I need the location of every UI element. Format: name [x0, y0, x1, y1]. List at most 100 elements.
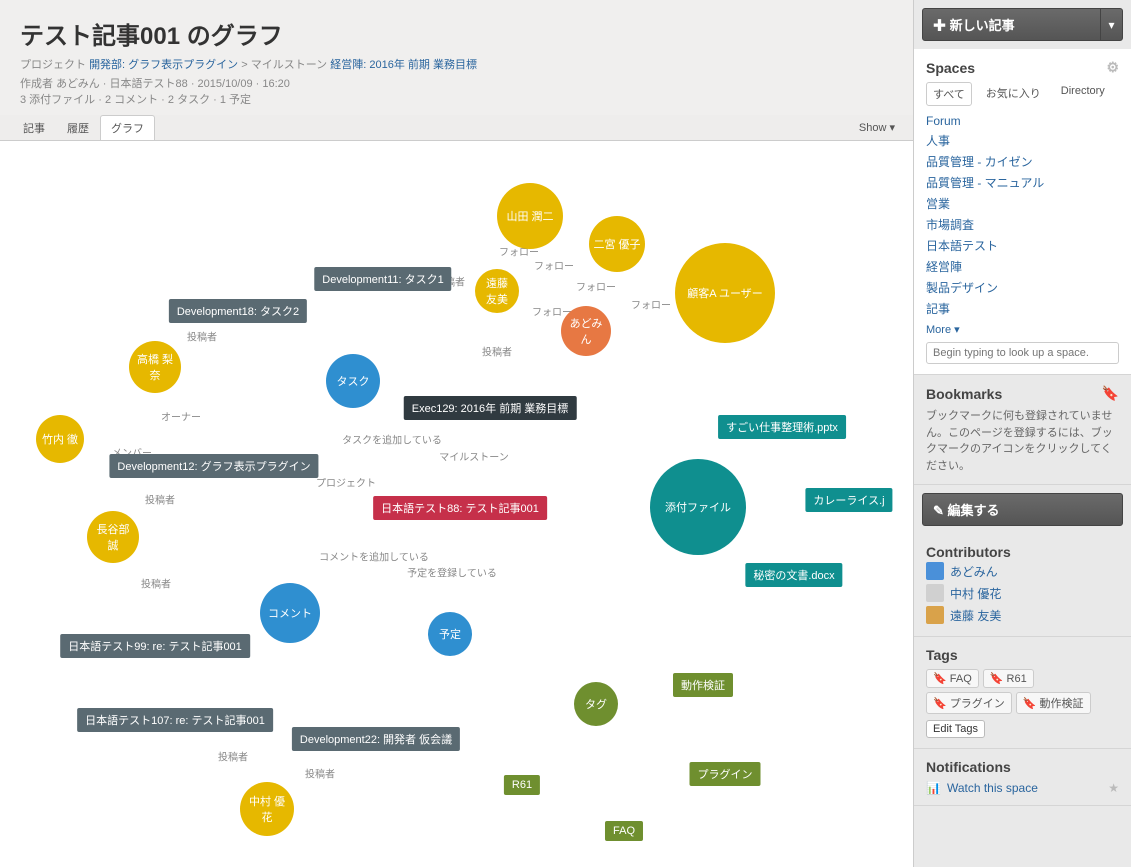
- graph-node[interactable]: 予定: [428, 612, 472, 656]
- graph-node[interactable]: 秘密の文書.docx: [745, 563, 842, 587]
- graph-node[interactable]: Exec129: 2016年 前期 業務目標: [404, 396, 577, 420]
- edge-label: コメントを追加している: [319, 548, 429, 563]
- edge-label: 投稿者: [482, 343, 512, 358]
- contributor-link[interactable]: 中村 優花: [950, 585, 1001, 602]
- graph-node[interactable]: 日本語テスト107: re: テスト記事001: [77, 708, 273, 732]
- space-link[interactable]: 製品デザイン: [926, 277, 1119, 298]
- graph-node[interactable]: カレーライス.j: [805, 488, 892, 512]
- graph-node[interactable]: あどみん: [561, 306, 611, 356]
- graph-node[interactable]: 中村 優花: [240, 782, 294, 836]
- graph-node[interactable]: 顧客A ユーザー: [675, 243, 775, 343]
- spaces-more-link[interactable]: More ▾: [926, 323, 960, 336]
- graph-node[interactable]: Development22: 開発者 仮会議: [292, 727, 460, 751]
- bookmarks-empty-text: ブックマークに何も登録されていません。このページを登録するには、ブックマークのア…: [926, 408, 1119, 474]
- graph-node[interactable]: Development11: タスク1: [314, 267, 451, 291]
- edit-tags-button[interactable]: Edit Tags: [926, 720, 985, 738]
- graph-node[interactable]: 添付ファイル: [650, 459, 746, 555]
- edge-label: 投稿者: [218, 748, 248, 763]
- edge-label: タスクを追加している: [342, 431, 442, 446]
- graph-node[interactable]: 長谷部 誠: [87, 511, 139, 563]
- space-link[interactable]: 経営陣: [926, 256, 1119, 277]
- edit-button[interactable]: ✎ 編集する: [922, 493, 1123, 526]
- bookmarks-heading: Bookmarks: [926, 386, 1002, 402]
- contributors-heading: Contributors: [926, 544, 1011, 560]
- tags-heading: Tags: [926, 647, 958, 663]
- graph-node[interactable]: タグ: [574, 682, 618, 726]
- edge-label: 予定を登録している: [407, 564, 497, 579]
- contributor-link[interactable]: あどみん: [950, 563, 998, 580]
- edge-label: フォロー: [534, 257, 574, 272]
- graph-node[interactable]: 日本語テスト99: re: テスト記事001: [60, 634, 250, 658]
- space-link[interactable]: 記事: [926, 298, 1119, 319]
- avatar: [926, 562, 944, 580]
- tag-chip[interactable]: 🔖 FAQ: [926, 669, 979, 688]
- graph-node[interactable]: 竹内 徹: [36, 415, 84, 463]
- graph-node[interactable]: 遠藤 友美: [475, 269, 519, 313]
- graph-node[interactable]: 日本語テスト88: テスト記事001: [373, 496, 547, 520]
- graph-edges: [0, 141, 300, 291]
- graph-node[interactable]: 高橋 梨奈: [129, 341, 181, 393]
- stats-line: 3 添付ファイル · 2 コメント · 2 タスク · 1 予定: [20, 91, 893, 107]
- project-link[interactable]: 開発部: グラフ表示プラグイン: [89, 59, 238, 71]
- edge-label: 投稿者: [145, 491, 175, 506]
- graph-node[interactable]: プラグイン: [690, 762, 761, 786]
- avatar: [926, 606, 944, 624]
- contributor-row: 遠藤 友美: [926, 604, 1119, 626]
- contributor-link[interactable]: 遠藤 友美: [950, 607, 1001, 624]
- edge-label: フォロー: [576, 278, 616, 293]
- page-title: テスト記事001 のグラフ: [20, 16, 893, 51]
- space-link[interactable]: 営業: [926, 193, 1119, 214]
- tab-graph[interactable]: グラフ: [100, 115, 155, 140]
- milestone-link[interactable]: 経営陣: 2016年 前期 業務目標: [330, 59, 477, 71]
- show-dropdown[interactable]: Show ▾: [853, 115, 901, 140]
- space-link[interactable]: 品質管理 - マニュアル: [926, 172, 1119, 193]
- graph-node[interactable]: タスク: [326, 354, 380, 408]
- tab-history[interactable]: 履歴: [56, 115, 100, 140]
- watch-space-link[interactable]: 📊 Watch this space ★: [926, 781, 1119, 795]
- space-link[interactable]: 日本語テスト: [926, 235, 1119, 256]
- edge-label: オーナー: [161, 408, 201, 423]
- spaces-tab-dir[interactable]: Directory: [1055, 82, 1111, 106]
- space-link[interactable]: Forum: [926, 112, 1119, 130]
- contributor-row: 中村 優花: [926, 582, 1119, 604]
- edge-label: 投稿者: [305, 765, 335, 780]
- space-link[interactable]: 市場調査: [926, 214, 1119, 235]
- graph-canvas[interactable]: タスクを追加しているコメントを追加している予定を登録している マイルストーンプロジ…: [0, 141, 913, 861]
- avatar: [926, 584, 944, 602]
- tag-chip[interactable]: 🔖 R61: [983, 669, 1034, 688]
- page-header: テスト記事001 のグラフ プロジェクト 開発部: グラフ表示プラグイン > マ…: [0, 0, 913, 115]
- graph-node[interactable]: 二宮 優子: [589, 216, 645, 272]
- spaces-heading: Spaces: [926, 60, 975, 76]
- space-link[interactable]: 品質管理 - カイゼン: [926, 151, 1119, 172]
- space-search-input[interactable]: [926, 342, 1119, 364]
- graph-node[interactable]: R61: [504, 775, 540, 795]
- author-meta: 作成者 あどみん · 日本語テスト88 · 2015/10/09 · 16:20: [20, 75, 893, 91]
- notifications-heading: Notifications: [926, 759, 1011, 775]
- spaces-tab-fav[interactable]: お気に入り: [980, 82, 1047, 106]
- gear-icon[interactable]: ⚙: [1106, 59, 1119, 76]
- edge-label: マイルストーン: [439, 448, 509, 463]
- contributor-row: あどみん: [926, 560, 1119, 582]
- new-article-button[interactable]: ✚ 新しい記事 ▾: [922, 8, 1123, 41]
- sidebar: ✚ 新しい記事 ▾ Spaces ⚙ すべて お気に入り Directory Fo…: [913, 0, 1131, 867]
- tab-article[interactable]: 記事: [12, 115, 56, 140]
- graph-node[interactable]: 動作検証: [673, 673, 733, 697]
- edge-label: 投稿者: [187, 328, 217, 343]
- spaces-tab-all[interactable]: すべて: [926, 82, 972, 106]
- bookmark-icon[interactable]: 🔖: [1102, 385, 1119, 402]
- graph-node[interactable]: すごい仕事整理術.pptx: [718, 415, 846, 439]
- graph-node[interactable]: FAQ: [605, 821, 643, 841]
- space-link[interactable]: 人事: [926, 130, 1119, 151]
- graph-node[interactable]: Development18: タスク2: [169, 299, 307, 323]
- tag-chip[interactable]: 🔖 動作検証: [1016, 692, 1091, 714]
- breadcrumb: プロジェクト 開発部: グラフ表示プラグイン > マイルストーン 経営陣: 20…: [20, 57, 893, 75]
- chevron-down-icon[interactable]: ▾: [1100, 9, 1122, 40]
- tag-chip[interactable]: 🔖 プラグイン: [926, 692, 1012, 714]
- tab-bar: 記事 履歴 グラフ Show ▾: [0, 115, 913, 141]
- graph-node[interactable]: コメント: [260, 583, 320, 643]
- edge-label: フォロー: [631, 296, 671, 311]
- graph-node[interactable]: Development12: グラフ表示プラグイン: [109, 454, 318, 478]
- graph-node[interactable]: 山田 潤二: [497, 183, 563, 249]
- edge-label: プロジェクト: [316, 474, 376, 489]
- edge-label: 投稿者: [141, 575, 171, 590]
